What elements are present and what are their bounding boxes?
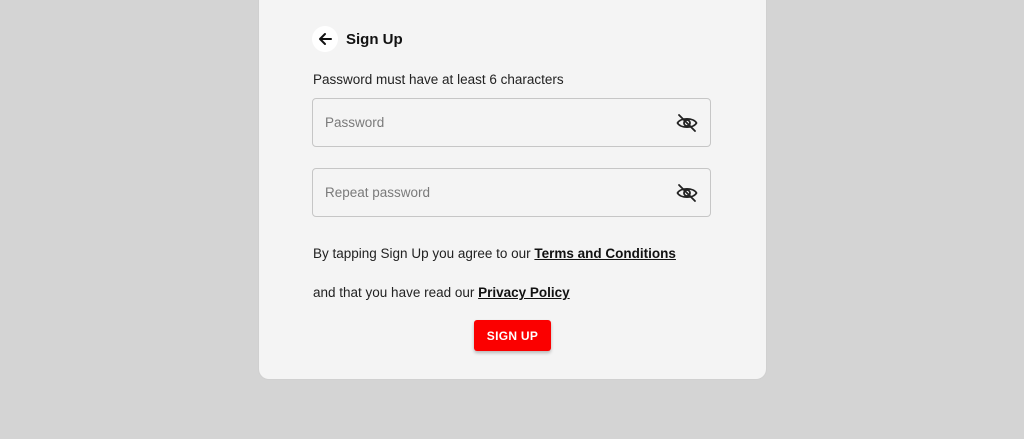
password-hint: Password must have at least 6 characters	[313, 72, 564, 87]
eye-off-icon[interactable]	[676, 183, 698, 203]
privacy-link[interactable]: Privacy Policy	[478, 285, 570, 300]
page-title: Sign Up	[346, 30, 403, 48]
password-input[interactable]	[325, 99, 665, 146]
arrow-left-icon	[319, 33, 332, 45]
terms-link[interactable]: Terms and Conditions	[534, 246, 676, 261]
privacy-notice-text: and that you have read our	[313, 285, 479, 300]
repeat-password-input[interactable]	[325, 169, 665, 216]
password-field	[312, 98, 711, 147]
terms-notice: By tapping Sign Up you agree to our Term…	[313, 246, 676, 261]
header: Sign Up	[312, 26, 403, 52]
back-button[interactable]	[312, 26, 338, 52]
signup-button[interactable]: SIGN UP	[474, 320, 551, 351]
eye-off-icon[interactable]	[676, 113, 698, 133]
signup-card: Sign Up Password must have at least 6 ch…	[259, 0, 766, 379]
terms-notice-text: By tapping Sign Up you agree to our	[313, 246, 535, 261]
privacy-notice: and that you have read our Privacy Polic…	[313, 285, 570, 300]
repeat-password-field	[312, 168, 711, 217]
